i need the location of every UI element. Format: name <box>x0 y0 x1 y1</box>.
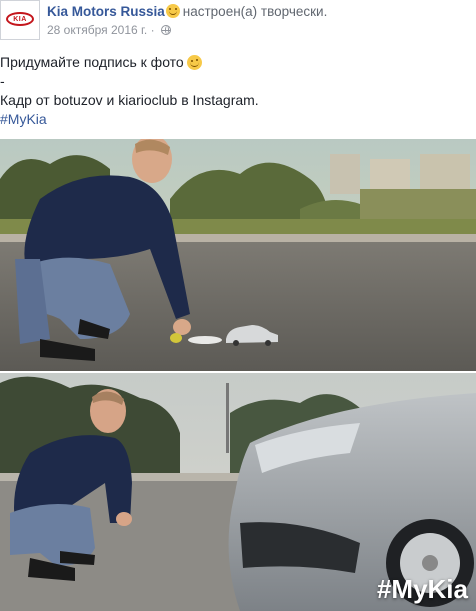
photo-bottom[interactable]: #MyKia <box>0 373 476 611</box>
wink-emoji-icon <box>186 55 202 70</box>
photo-man-with-toy-car <box>0 139 476 371</box>
mykia-watermark: #MyKia <box>376 574 468 604</box>
feeling-text: настроен(а) творчески. <box>182 4 328 19</box>
page-name-link[interactable]: Kia Motors Russia <box>47 4 165 19</box>
photo-top[interactable] <box>0 139 476 371</box>
post-text: Придумайте подпись к фото - Кадр от botu… <box>0 53 470 129</box>
post-header: Kia Motors Russia настроен(а) творчески. <box>47 3 327 20</box>
post-meta: 28 октября 2016 г. · <box>47 23 171 37</box>
globe-icon[interactable] <box>160 25 171 35</box>
post-line-2: - <box>0 73 5 89</box>
post-date-link[interactable]: 28 октября 2016 г. · <box>47 23 155 37</box>
kia-logo-icon: KIA <box>6 12 34 26</box>
post-line-1: Придумайте подпись к фото <box>0 54 184 70</box>
post-line-3: Кадр от botuzov и kiarioclub в Instagram… <box>0 92 259 108</box>
smile-emoji-icon <box>165 4 180 18</box>
hashtag-link[interactable]: #MyKia <box>0 110 470 129</box>
page-avatar[interactable]: KIA <box>0 0 40 40</box>
facebook-post: KIA Kia Motors Russia настроен(а) творчес… <box>0 0 476 611</box>
